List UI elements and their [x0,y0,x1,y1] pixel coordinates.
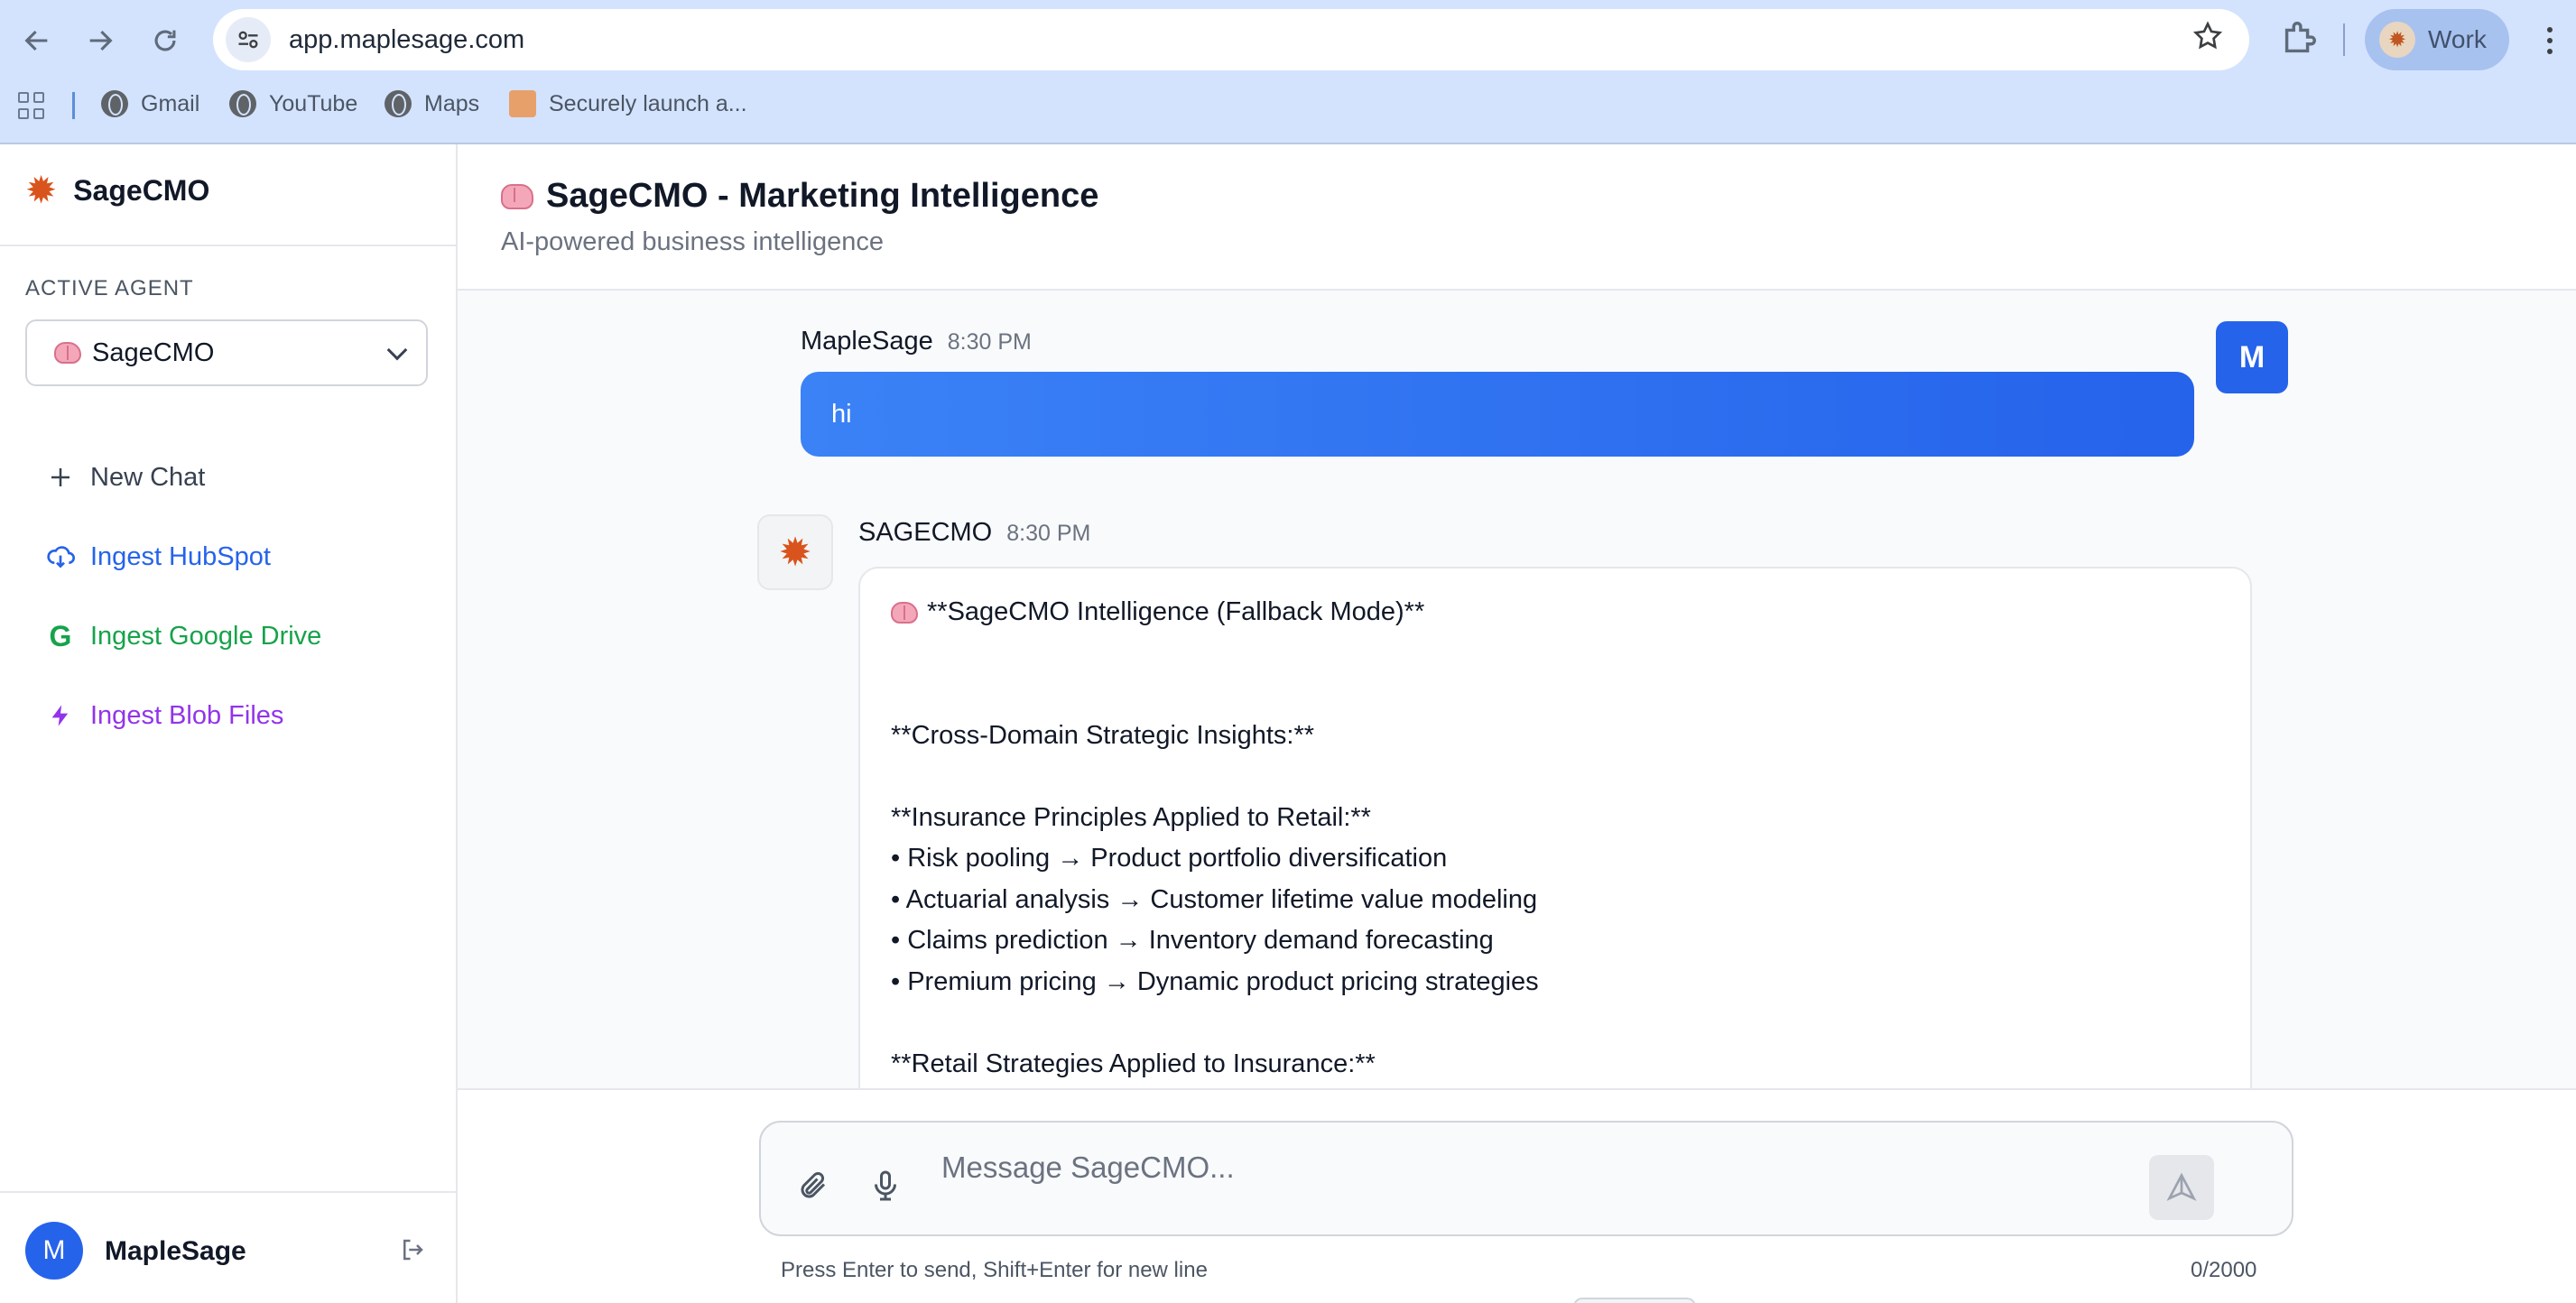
bot-message-line: • Risk pooling → Product portfolio diver… [891,844,1448,873]
bookmark-label: Gmail [141,90,200,116]
bot-message-line: **SageCMO Intelligence (Fallback Mode)** [891,592,2219,633]
site-settings-icon[interactable] [226,17,271,62]
ingest-blob-files-button[interactable]: Ingest Blob Files [45,700,283,731]
reload-icon [154,30,176,51]
page-title: SageCMO - Marketing Intelligence [501,177,1098,216]
bookmark-maps[interactable]: Maps [385,90,479,117]
logout-icon[interactable] [397,1236,428,1263]
main-header: SageCMO - Marketing Intelligence AI-powe… [458,144,2576,291]
browser-menu-icon[interactable] [2536,18,2563,63]
bot-message-line: **Insurance Principles Applied to Retail… [891,802,1371,832]
composer-hint: Press Enter to send, Shift+Enter for new… [781,1258,1208,1282]
bot-message-line: • Premium pricing → Dynamic product pric… [891,966,1539,996]
bot-message-line: • Actuarial analysis → Customer lifetime… [891,884,1538,914]
ingest-google-drive-button[interactable]: G Ingest Google Drive [45,619,322,652]
user-message-avatar: M [2216,321,2288,393]
brand[interactable]: ✹ SageCMO [25,171,209,209]
user-avatar: M [25,1222,83,1280]
bookmark-star-icon[interactable] [2191,20,2224,60]
page-title-text: SageCMO - Marketing Intelligence [546,177,1099,215]
brain-icon [54,342,81,364]
bookmark-label: Maps [424,90,480,116]
message-composer[interactable] [759,1121,2293,1236]
google-icon: G [49,619,72,652]
microphone-icon[interactable] [869,1168,902,1204]
user-message-bubble: hi [801,372,2194,457]
composer-area: Press Enter to send, Shift+Enter for new… [458,1088,2576,1303]
globe-icon [229,90,256,117]
character-counter: 0/2000 [2191,1258,2257,1282]
bookmark-label: Securely launch a... [549,90,747,116]
profile-button[interactable]: ✹ Work [2365,9,2509,70]
chevron-down-icon [386,339,408,361]
bookmark-securely-launch[interactable]: Securely launch a... [509,90,747,117]
globe-icon [101,90,128,117]
user-message-time: 8:30 PM [947,329,1032,355]
bot-message-line [891,674,2219,716]
toolbar-divider [2343,23,2345,56]
back-button[interactable] [14,18,60,63]
sidebar-user-footer: M MapleSage [0,1191,456,1303]
profile-label: Work [2428,25,2487,53]
address-bar[interactable]: app.maplesage.com [213,9,2249,70]
plus-icon [45,462,76,493]
url-text[interactable]: app.maplesage.com [289,25,524,55]
chat-thread[interactable]: MapleSage 8:30 PM hi M ✹ SAGECMO 8:30 PM… [458,291,2576,1088]
bot-message-line: **Cross-Domain Strategic Insights:** [891,720,1315,750]
arrow-left-icon [24,30,48,51]
ingest-google-drive-label: Ingest Google Drive [90,621,322,651]
bot-message-line: • Claims prediction → Inventory demand f… [891,926,1494,955]
bot-avatar-maple-leaf-icon: ✹ [757,514,833,590]
lightning-icon [45,700,76,731]
ingest-blob-files-label: Ingest Blob Files [90,700,284,730]
extensions-puzzle-icon[interactable] [2278,18,2320,60]
bot-line-text: **SageCMO Intelligence (Fallback Mode)** [927,597,1425,626]
ingest-hubspot-button[interactable]: Ingest HubSpot [45,541,271,572]
package-box-icon [509,90,536,117]
bot-message-line [891,756,2219,798]
bot-message-meta: SAGECMO 8:30 PM [858,518,1090,548]
bot-message-line: **Retail Strategies Applied to Insurance… [891,1049,1376,1078]
bookmark-label: YouTube [269,90,358,116]
send-icon [2166,1172,2197,1201]
arrow-right-icon [89,30,113,51]
bot-message-bubble: **SageCMO Intelligence (Fallback Mode)**… [858,567,2252,1088]
globe-icon [385,90,412,117]
apps-grid-icon[interactable] [18,92,45,119]
ingest-hubspot-label: Ingest HubSpot [90,541,271,571]
message-input[interactable] [941,1141,2079,1195]
cloud-download-icon [45,541,76,572]
brain-icon [891,601,918,624]
bot-message-sender: SAGECMO [858,518,993,547]
bookmark-youtube[interactable]: YouTube [229,90,357,117]
user-message-meta: MapleSage 8:30 PM [801,327,1032,356]
divider [0,245,456,246]
user-message-sender: MapleSage [801,327,933,356]
send-button[interactable] [2149,1155,2214,1220]
profile-avatar: ✹ [2379,22,2415,58]
page-subtitle: AI-powered business intelligence [501,227,884,256]
new-chat-label: New Chat [90,462,206,492]
reload-button[interactable] [143,18,188,63]
forward-button[interactable] [78,18,123,63]
bookmark-gmail[interactable]: Gmail [101,90,199,117]
main-panel: SageCMO - Marketing Intelligence AI-powe… [458,144,2576,1303]
browser-chrome: app.maplesage.com ✹ Work Gmail YouTube M… [0,0,2576,144]
brand-name: SageCMO [73,173,210,207]
sidebar: ✹ SageCMO ACTIVE AGENT SageCMO New Chat … [0,144,458,1303]
paperclip-icon[interactable] [797,1169,829,1202]
scroll-handle[interactable] [1573,1298,1696,1303]
bot-message-line [891,1003,2219,1044]
user-name: MapleSage [105,1236,246,1266]
bookmarks-bar: Gmail YouTube Maps Securely launch a... [0,85,2576,126]
agent-select[interactable]: SageCMO [25,319,428,386]
bot-message-time: 8:30 PM [1006,521,1091,546]
new-chat-button[interactable]: New Chat [45,462,205,493]
active-agent-label: ACTIVE AGENT [25,276,194,300]
agent-select-value: SageCMO [92,337,215,367]
bot-message-line [891,633,2219,675]
maple-leaf-logo-icon: ✹ [25,169,58,211]
brain-icon [501,183,533,209]
bookmarks-divider [72,92,75,119]
